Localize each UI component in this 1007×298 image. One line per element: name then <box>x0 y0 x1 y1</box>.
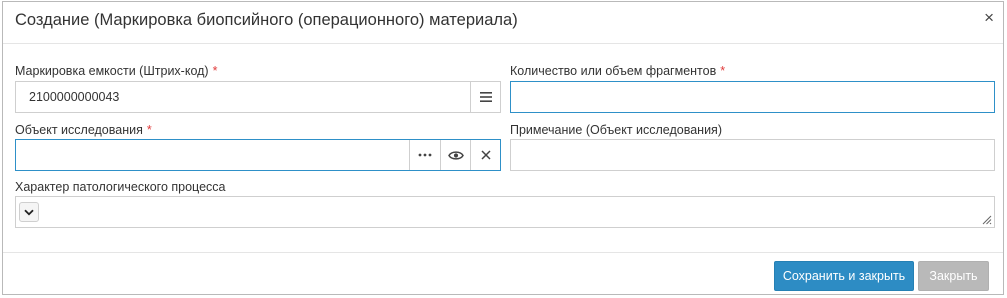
research-object-label-text: Объект исследования <box>15 123 143 137</box>
container-marking-field[interactable]: 2100000000043 <box>15 81 501 113</box>
fragments-label-text: Количество или объем фрагментов <box>510 64 717 78</box>
required-marker: * <box>212 64 218 78</box>
container-marking-value: 2100000000043 <box>29 90 120 104</box>
pathological-process-label: Характер патологического процесса <box>15 180 225 194</box>
create-dialog: Создание (Маркировка биопсийного (операц… <box>2 1 1004 295</box>
required-marker: * <box>720 64 726 78</box>
resize-grip-icon[interactable] <box>982 215 992 225</box>
container-marking-label-text: Маркировка емкости (Штрих-код) <box>15 64 209 78</box>
ellipsis-icon[interactable] <box>409 140 440 170</box>
save-and-close-button[interactable]: Сохранить и закрыть <box>774 261 914 291</box>
close-button[interactable]: Закрыть <box>918 261 989 291</box>
dialog-header: Создание (Маркировка биопсийного (операц… <box>3 2 1003 44</box>
research-object-note-label-text: Примечание (Объект исследования) <box>510 123 722 137</box>
research-object-field[interactable] <box>15 139 501 171</box>
close-icon[interactable]: × <box>984 8 994 28</box>
required-marker: * <box>146 123 152 137</box>
dialog-title: Создание (Маркировка биопсийного (операц… <box>15 11 518 29</box>
fragments-input[interactable] <box>510 81 995 113</box>
eye-icon[interactable] <box>440 140 470 170</box>
research-object-note-input[interactable] <box>510 139 995 171</box>
pathological-process-field[interactable] <box>15 196 995 228</box>
research-object-note-label: Примечание (Объект исследования) <box>510 123 722 137</box>
chevron-down-icon[interactable] <box>19 202 39 222</box>
container-marking-label: Маркировка емкости (Штрих-код) * <box>15 64 217 78</box>
list-menu-icon[interactable] <box>470 82 500 112</box>
clear-icon[interactable] <box>470 140 500 170</box>
pathological-process-label-text: Характер патологического процесса <box>15 180 226 194</box>
dialog-footer: Сохранить и закрыть Закрыть <box>3 252 1003 294</box>
research-object-label: Объект исследования * <box>15 123 152 137</box>
fragments-label: Количество или объем фрагментов * <box>510 64 725 78</box>
